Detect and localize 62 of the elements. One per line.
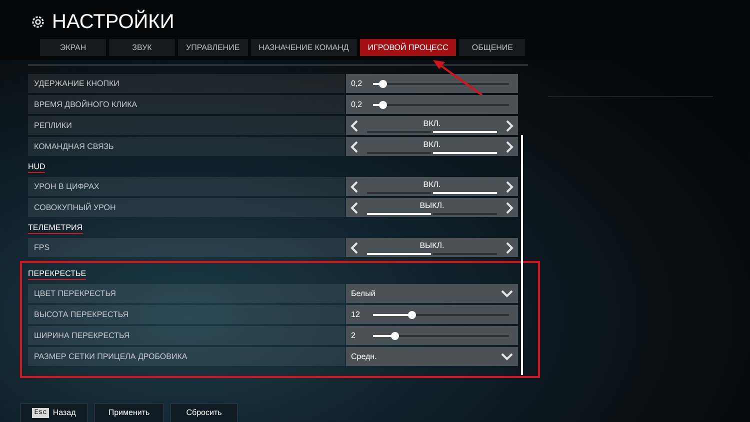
slider-control[interactable]: 2 [346, 326, 518, 345]
slider-value: 12 [351, 308, 361, 320]
settings-tab[interactable]: ЭКРАН [40, 39, 106, 56]
settings-tab[interactable]: НАЗНАЧЕНИЕ КОМАНД [250, 39, 357, 56]
setting-label: FPS [28, 238, 345, 257]
slider-control[interactable]: 12 [346, 305, 518, 324]
slider-thumb[interactable] [378, 100, 387, 108]
setting-label: КОМАНДНАЯ СВЯЗЬ [28, 137, 345, 156]
back-label: Назад [52, 407, 76, 419]
chevron-right-icon [505, 180, 514, 192]
gear-icon [30, 14, 46, 30]
slider-value: 0,2 [351, 78, 364, 90]
setting-label: УДЕРЖАНИЕ КНОПКИ [28, 74, 345, 93]
setting-label: ВРЕМЯ ДВОЙНОГО КЛИКА [28, 95, 345, 114]
toggle-value: ВКЛ. [423, 139, 441, 151]
page-title: НАСТРОЙКИ [52, 10, 174, 34]
chevron-left-icon [350, 242, 359, 254]
slider-thumb[interactable] [408, 310, 416, 318]
toggle-control[interactable]: ВЫКЛ. [346, 238, 518, 257]
chevron-left-icon [350, 180, 359, 192]
settings-tab[interactable]: УПРАВЛЕНИЕ [178, 39, 248, 56]
setting-label: ВЫСОТА ПЕРЕКРЕСТЬЯ [28, 305, 345, 324]
dropdown-field[interactable]: Средн. [346, 347, 518, 366]
settings-tab[interactable]: ЗВУК [109, 39, 175, 56]
section-heading: ПЕРЕКРЕСТЬЕ [28, 269, 86, 280]
chevron-left-icon [350, 140, 359, 152]
toggle-control[interactable]: ВЫКЛ. [346, 198, 518, 217]
toggle-control[interactable]: ВКЛ. [346, 177, 518, 196]
toggle-value: ВЫКЛ. [420, 240, 444, 252]
toggle-value: ВКЛ. [423, 179, 441, 191]
chevron-right-icon [505, 120, 514, 132]
setting-label: РЕПЛИКИ [28, 116, 345, 135]
chevron-left-icon [350, 202, 359, 214]
settings-tab[interactable]: ИГРОВОЙ ПРОЦЕСС [360, 39, 456, 56]
toggle-value: ВКЛ. [423, 118, 441, 130]
setting-label: ЦВЕТ ПЕРЕКРЕСТЬЯ [28, 284, 345, 303]
chevron-right-icon [505, 202, 514, 214]
toggle-control[interactable]: ВКЛ. [346, 137, 518, 156]
chevron-down-icon [501, 289, 513, 298]
toggle-control[interactable]: ВКЛ. [346, 116, 518, 135]
slider-value: 2 [351, 330, 356, 342]
chevron-right-icon [505, 242, 514, 254]
section-heading: ТЕЛЕМЕТРИЯ [28, 223, 83, 234]
apply-button[interactable]: Применить [94, 403, 164, 422]
chevron-left-icon [350, 120, 359, 132]
slider-thumb[interactable] [378, 80, 387, 88]
setting-label: ШИРИНА ПЕРЕКРЕСТЬЯ [28, 326, 345, 345]
section-heading: HUD [28, 162, 46, 173]
toggle-value: ВЫКЛ. [420, 200, 444, 212]
setting-label: УРОН В ЦИФРАХ [28, 177, 345, 196]
chevron-down-icon [501, 352, 513, 361]
slider-control[interactable]: 0,2 [346, 74, 518, 93]
reset-button[interactable]: Сбросить [170, 403, 238, 422]
settings-tab[interactable]: ОБЩЕНИЕ [459, 39, 526, 56]
setting-label: СОВОКУПНЫЙ УРОН [28, 198, 345, 217]
dropdown-field[interactable]: Белый [346, 284, 518, 303]
slider-control[interactable]: 0,2 [346, 95, 518, 114]
slider-thumb[interactable] [390, 332, 399, 340]
chevron-right-icon [505, 140, 514, 152]
setting-label: РАЗМЕР СЕТКИ ПРИЦЕЛА ДРОБОВИКА [28, 347, 345, 366]
scrollbar[interactable] [521, 135, 523, 375]
slider-value: 0,2 [351, 98, 364, 110]
